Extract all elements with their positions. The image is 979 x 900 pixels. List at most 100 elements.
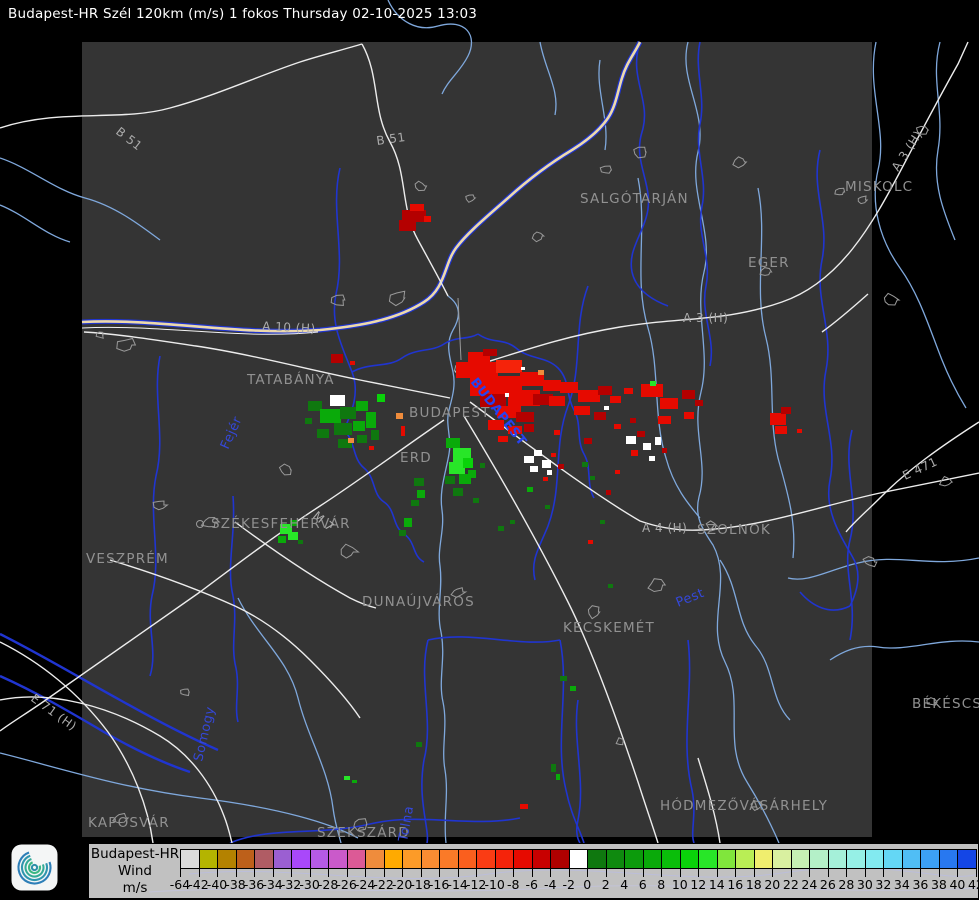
legend-tick: [365, 869, 367, 877]
legend-tick: [735, 869, 737, 877]
legend-cell: [494, 849, 515, 869]
radar-echo-cell: [570, 686, 576, 691]
legend-cell: [291, 849, 311, 869]
legend-tick: [587, 869, 589, 877]
radar-echo-cell: [538, 370, 544, 375]
radar-echo-cell: [770, 413, 786, 425]
radar-echo-cell: [600, 520, 605, 524]
radar-echo-cell: [781, 407, 791, 414]
radar-echo-cell: [560, 676, 567, 681]
legend-cell: [402, 849, 422, 869]
legend-tick: [217, 869, 219, 877]
radar-echo-cell: [594, 412, 606, 420]
radar-echo-cell: [396, 413, 403, 419]
radar-echo-cell: [554, 430, 560, 435]
legend-cell: [235, 849, 256, 869]
radar-echo-cell: [598, 386, 612, 395]
radar-echo-cell: [524, 456, 534, 463]
legend-tick-label: 0: [583, 877, 592, 892]
radar-echo-cell: [588, 540, 593, 544]
radar-echo-cell: [369, 446, 374, 450]
radar-echo-cell: [445, 476, 455, 484]
legend-tick: [901, 869, 903, 877]
radar-echo-cell: [510, 520, 515, 524]
city-label: MISKOLC: [845, 179, 913, 195]
radar-echo-cell: [545, 505, 550, 509]
legend-tick: [531, 869, 533, 877]
radar-echo-cell: [330, 395, 345, 406]
radar-echo-cell: [549, 396, 565, 406]
legend-tick: [457, 869, 459, 877]
radar-echo-cell: [614, 424, 621, 429]
radar-echo-cell: [658, 416, 671, 424]
legend-tick-label: -26: [336, 877, 357, 892]
radar-echo-cell: [317, 429, 329, 438]
map-title: Budapest-HR Szél 120km (m/s) 1 fokos Thu…: [8, 6, 478, 22]
radar-echo-cell: [496, 360, 522, 373]
legend-tick-label: -10: [484, 877, 505, 892]
legend-tick: [772, 869, 774, 877]
legend-tick: [402, 869, 404, 877]
legend-title: Budapest-HR Wind m/s: [89, 844, 181, 898]
legend-cell: [198, 849, 218, 869]
radar-echo-cell: [401, 426, 405, 436]
legend-tick: [624, 869, 626, 877]
legend-tick-label: -42: [188, 877, 209, 892]
legend-cell: [457, 849, 478, 869]
radar-echo-cell: [542, 460, 551, 468]
radar-echo-cell: [543, 380, 561, 391]
legend-tick: [809, 869, 811, 877]
legend-tick-label: 4: [620, 877, 629, 892]
radar-echo-cell: [331, 354, 343, 363]
legend-tick-label: 38: [930, 877, 947, 892]
radar-echo-cell: [473, 498, 479, 503]
radar-echo-cell: [695, 400, 703, 406]
radar-echo-cell: [560, 382, 578, 393]
radar-echo-cell: [463, 458, 473, 468]
app-logo-icon: [11, 844, 58, 891]
legend-cell: [642, 849, 663, 869]
legend-tick: [272, 869, 274, 877]
radar-echo-cell: [278, 536, 286, 543]
legend-cell: [901, 849, 922, 869]
radar-echo-cell: [643, 443, 651, 450]
legend-tick: [753, 869, 755, 877]
radar-echo-cell: [334, 423, 352, 435]
legend-tick-label: -32: [280, 877, 302, 892]
legend-cell: [309, 849, 330, 869]
road-label: A 10 (H): [262, 319, 316, 336]
radar-echo-cell: [352, 780, 357, 783]
legend-tick: [383, 869, 385, 877]
radar-echo-cell: [590, 476, 595, 480]
legend-cell: [698, 849, 718, 869]
legend-cell: [679, 849, 700, 869]
legend-tick-label: 30: [856, 877, 873, 892]
legend-cell: [790, 849, 811, 869]
radar-echo-cell: [298, 540, 303, 544]
radar-echo-cell: [556, 774, 560, 780]
radar-echo-cell: [584, 438, 592, 444]
legend-tick: [309, 869, 311, 877]
legend-tick-label: 24: [801, 877, 818, 892]
legend-tick-label: 8: [657, 877, 666, 892]
legend-tick: [864, 869, 866, 877]
legend-tick: [938, 869, 940, 877]
city-label: KAPOSVÁR: [88, 814, 170, 831]
radar-echo-cell: [410, 204, 424, 211]
radar-echo-cell: [357, 435, 367, 443]
legend-field: Wind: [118, 863, 152, 879]
legend-cell: [217, 849, 237, 869]
radar-viewer: SALGÓTARJÁN MISKOLC EGER TATABÁNYA BUDAPEST E…: [0, 0, 979, 900]
legend-tick-label: 26: [819, 877, 836, 892]
legend-cell: [420, 849, 441, 869]
radar-echo-cell: [797, 429, 802, 433]
radar-echo-cell: [637, 431, 645, 437]
legend-tick-label: 14: [708, 877, 725, 892]
radar-echo-cell: [684, 412, 694, 419]
radar-echo-cell: [775, 426, 787, 434]
legend-tick-label: -22: [373, 877, 394, 892]
legend-tick-label: -6: [525, 877, 538, 892]
radar-echo-cell: [682, 390, 695, 399]
road-label: A 3 (H): [683, 311, 728, 325]
legend-tick-label: -36: [243, 877, 265, 892]
